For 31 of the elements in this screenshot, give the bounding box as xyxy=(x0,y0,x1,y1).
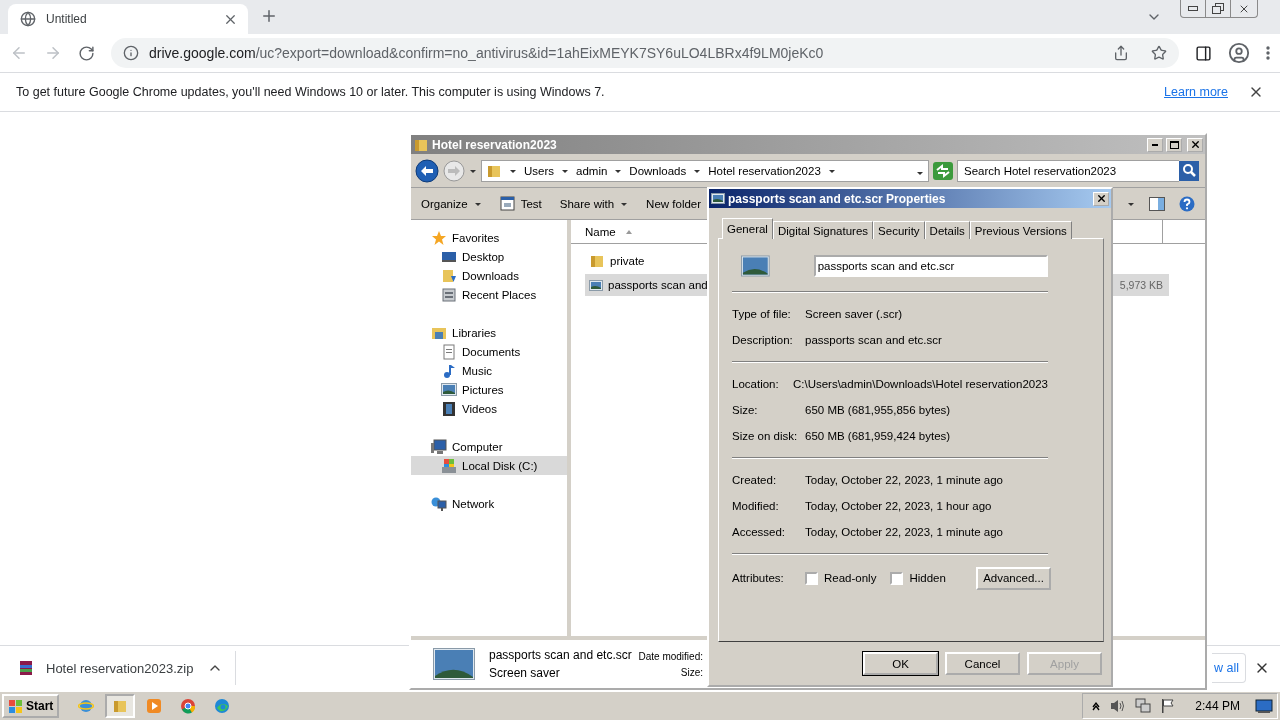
url-text: drive.google.com/uc?export=download&confirm=no_antivirus&id=1ahEixMEYK7SY6uLO4LBRx4f9LM0jeKc0 xyxy=(149,45,825,61)
property-value: 650 MB (681,955,856 bytes) xyxy=(805,404,951,416)
property-label: Type of file: xyxy=(732,308,792,320)
clock: 2:44 PM xyxy=(1195,699,1240,713)
update-message: To get future Google Chrome updates, you'll need Windows 10 or later. This computer is using Windows 7. xyxy=(16,85,606,99)
property-label: Created: xyxy=(732,474,778,486)
download-filename: Hotel reservation2023.zip xyxy=(46,660,195,676)
details-label: Size: xyxy=(680,666,703,678)
property-value: 650 MB (681,959,424 bytes) xyxy=(805,430,951,442)
window-title: Hotel reservation2023 xyxy=(432,137,558,152)
property-value: C:\Users\admin\Downloads\Hotel reservation2023 xyxy=(792,378,1048,390)
property-label: Size on disk: xyxy=(732,430,799,442)
property-label: Attributes: xyxy=(732,572,785,584)
file-size: 5,973 KB xyxy=(1119,279,1163,291)
property-value: passports scan and etc.scr xyxy=(805,334,942,346)
details-label: Date modified: xyxy=(638,650,703,662)
property-label: Accessed: xyxy=(732,526,787,538)
property-value: Today, October 22, 2023, 1 minute ago xyxy=(805,474,1003,486)
tab-title: Untitled xyxy=(46,12,88,26)
details-file-type: Screen saver xyxy=(489,666,561,680)
checkbox-label: Hidden xyxy=(909,572,946,584)
property-label: Location: xyxy=(732,378,780,390)
property-label: Description: xyxy=(732,334,794,346)
dialog-title: passports scan and etc.scr Properties xyxy=(728,191,947,206)
property-label: Size: xyxy=(732,404,759,416)
property-value: Today, October 22, 2023, 1 minute ago xyxy=(805,526,1003,538)
property-value: Today, October 22, 2023, 1 hour ago xyxy=(805,500,992,512)
details-filename: passports scan and etc.scr xyxy=(489,648,633,662)
checkbox-label: Read-only xyxy=(824,572,877,584)
property-value: Screen saver (.scr) xyxy=(805,308,903,320)
property-label: Modified: xyxy=(732,500,780,512)
